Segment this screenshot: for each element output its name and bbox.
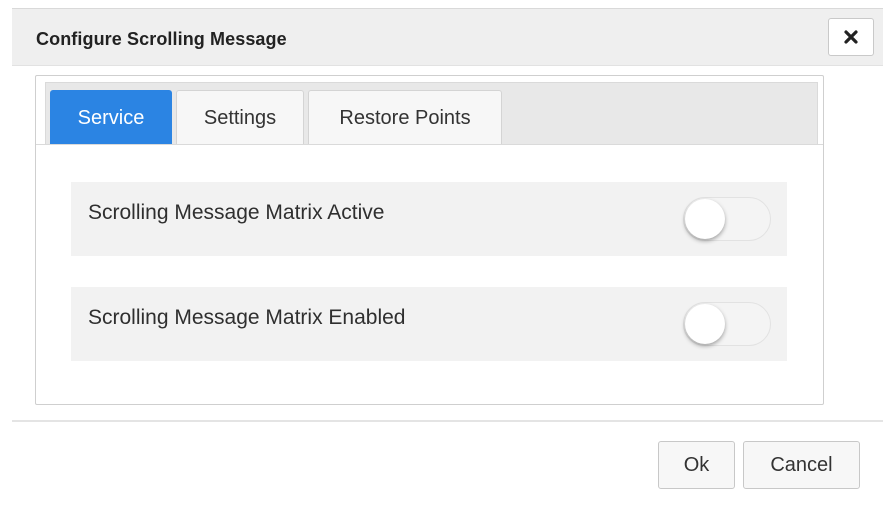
dialog-title: Configure Scrolling Message [36,29,287,49]
toggle-knob [685,199,725,239]
matrix-active-label: Scrolling Message Matrix Active [88,201,385,224]
close-icon [844,30,858,44]
configure-scrolling-message-dialog: Configure Scrolling Message Service Sett… [0,0,883,522]
setting-row-matrix-active: Scrolling Message Matrix Active [71,182,787,256]
tab-restore-points[interactable]: Restore Points [308,90,502,145]
cancel-button[interactable]: Cancel [743,441,860,489]
tab-strip: Service Settings Restore Points [45,82,818,145]
dialog-header: Configure Scrolling Message [12,9,883,66]
ok-button[interactable]: Ok [658,441,735,489]
close-button[interactable] [828,18,874,56]
tab-service[interactable]: Service [50,90,172,145]
footer-divider [12,420,883,422]
matrix-enabled-toggle[interactable] [683,302,771,346]
setting-row-matrix-enabled: Scrolling Message Matrix Enabled [71,287,787,361]
dialog-body: Service Settings Restore Points Scrollin… [35,75,824,405]
matrix-enabled-label: Scrolling Message Matrix Enabled [88,306,406,329]
service-tab-panel: Scrolling Message Matrix Active Scrollin… [36,144,823,404]
tab-settings[interactable]: Settings [176,90,304,145]
toggle-knob [685,304,725,344]
matrix-active-toggle[interactable] [683,197,771,241]
